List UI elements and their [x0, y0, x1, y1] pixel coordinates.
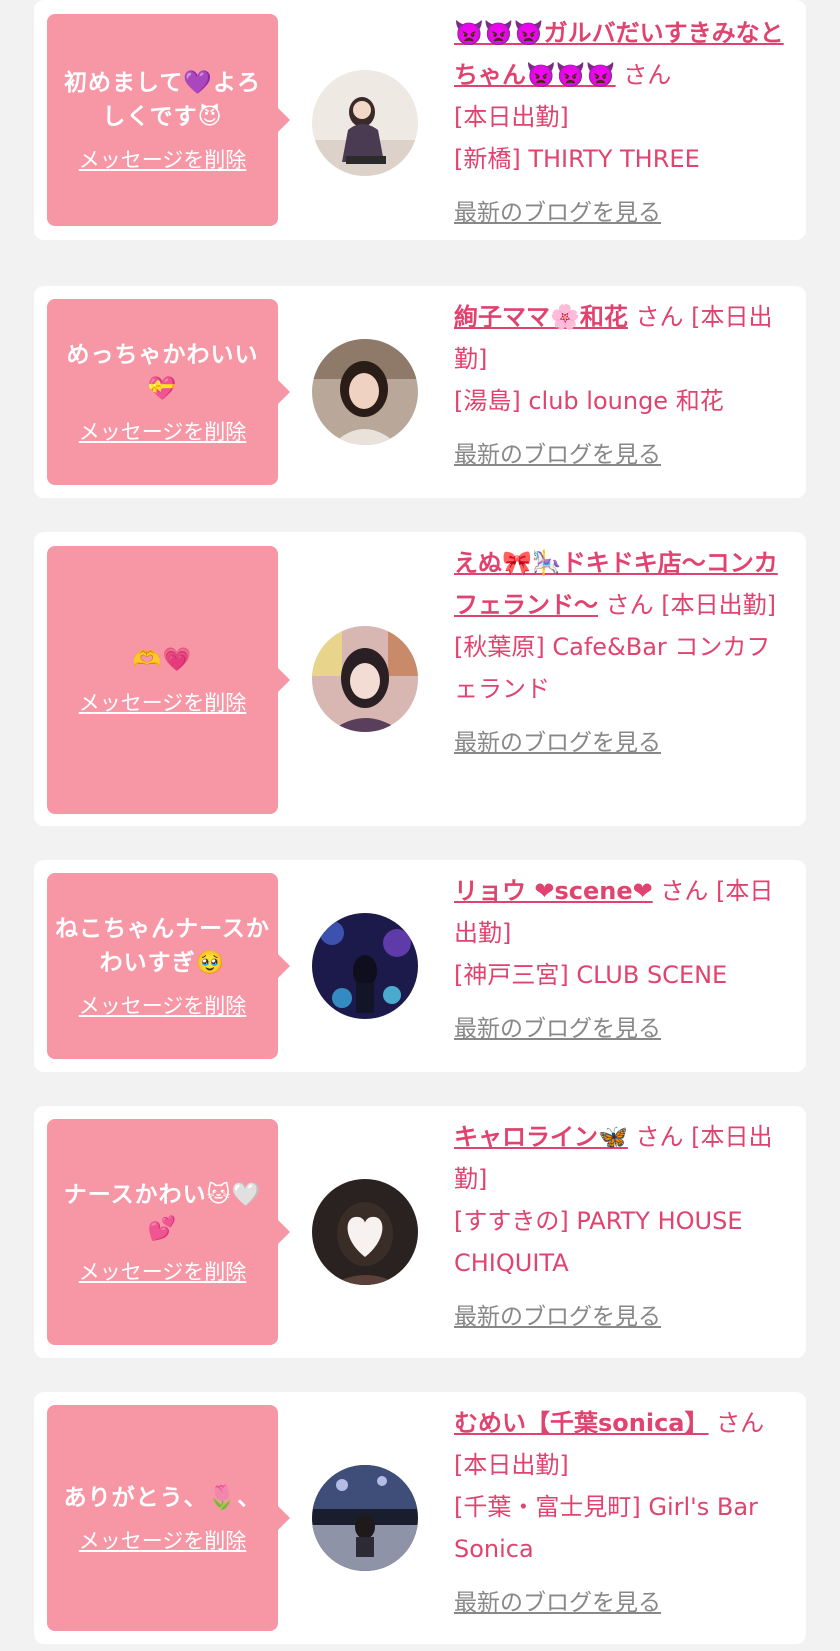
- honorific-label: さん: [635, 303, 684, 331]
- avatar-photo: [312, 626, 418, 732]
- avatar-photo: [312, 339, 418, 445]
- message-card: 初めまして💜よろしくです😈 メッセージを削除 👿👿👿ガルバだいすきみなとちゃん👿…: [34, 0, 806, 240]
- latest-blog-link[interactable]: 最新のブログを見る: [454, 1008, 661, 1050]
- shop-name: [新橋] THIRTY THREE: [454, 145, 700, 173]
- honorific-label: さん: [660, 877, 709, 905]
- work-status: [本日出勤]: [661, 591, 777, 619]
- message-text: 初めまして💜よろしくです😈: [64, 70, 261, 130]
- cast-name-link[interactable]: 👿👿👿ガルバだいすきみなとちゃん👿👿👿: [454, 19, 784, 89]
- message-text: めっちゃかわいい💝: [66, 342, 259, 402]
- avatar-photo: [312, 913, 418, 1019]
- honorific-label: さん: [623, 61, 672, 89]
- honorific-label: さん: [635, 1123, 684, 1151]
- avatar[interactable]: [312, 70, 418, 176]
- avatar[interactable]: [312, 1465, 418, 1571]
- message-card: めっちゃかわいい💝 メッセージを削除 絢子ママ🌸和花 さん [本日出勤] [湯島…: [34, 286, 806, 498]
- cast-info: むめい【千葉sonica】 さん [本日出勤] [千葉・富士見町] Girl's…: [454, 1402, 792, 1624]
- avatar-photo: [312, 1179, 418, 1285]
- shop-name: [すすきの] PARTY HOUSE CHIQUITA: [454, 1207, 743, 1277]
- cast-name-link[interactable]: 絢子ママ🌸和花: [454, 303, 628, 331]
- message-list: 初めまして💜よろしくです😈 メッセージを削除 👿👿👿ガルバだいすきみなとちゃん👿…: [0, 0, 840, 1651]
- message-bubble: ねこちゃんナースかわいすぎ🥹 メッセージを削除: [47, 873, 290, 1059]
- message-bubble: めっちゃかわいい💝 メッセージを削除: [47, 299, 290, 485]
- message-text: ありがとう、🌷、: [63, 1485, 262, 1511]
- work-status: [本日出勤]: [454, 103, 569, 131]
- delete-message-link[interactable]: メッセージを削除: [79, 1256, 247, 1286]
- latest-blog-link[interactable]: 最新のブログを見る: [454, 434, 661, 476]
- message-bubble: 🫶💗 メッセージを削除: [47, 546, 290, 814]
- delete-message-link[interactable]: メッセージを削除: [79, 990, 247, 1020]
- shop-name: [神戸三宮] CLUB SCENE: [454, 961, 728, 989]
- honorific-label: さん: [716, 1409, 765, 1437]
- cast-info: キャロライン🦋 さん [本日出勤] [すすきの] PARTY HOUSE CHI…: [454, 1116, 792, 1338]
- avatar[interactable]: [312, 1179, 418, 1285]
- avatar-photo: [312, 70, 418, 176]
- avatar[interactable]: [312, 913, 418, 1019]
- message-text: ナースかわい🐱🤍💕: [63, 1182, 262, 1242]
- honorific-label: さん: [605, 591, 654, 619]
- avatar[interactable]: [312, 626, 418, 732]
- delete-message-link[interactable]: メッセージを削除: [79, 687, 247, 717]
- avatar[interactable]: [312, 339, 418, 445]
- cast-info: 絢子ママ🌸和花 さん [本日出勤] [湯島] club lounge 和花 最新…: [454, 296, 792, 476]
- shop-name: [千葉・富士見町] Girl's Bar Sonica: [454, 1493, 758, 1563]
- cast-name-link[interactable]: リョウ ❤scene❤: [454, 877, 653, 905]
- message-card: 🫶💗 メッセージを削除 えぬ🎀🎠ドキドキ店〜コンカフェランド〜 さん [本日出勤…: [34, 532, 806, 826]
- message-card: ねこちゃんナースかわいすぎ🥹 メッセージを削除 リョウ ❤scene❤ さん […: [34, 860, 806, 1072]
- latest-blog-link[interactable]: 最新のブログを見る: [454, 1582, 661, 1624]
- cast-name-link[interactable]: むめい【千葉sonica】: [454, 1409, 709, 1437]
- message-text: 🫶💗: [132, 647, 193, 673]
- latest-blog-link[interactable]: 最新のブログを見る: [454, 1296, 661, 1338]
- work-status: [本日出勤]: [454, 1451, 569, 1479]
- delete-message-link[interactable]: メッセージを削除: [79, 144, 247, 174]
- message-card: ありがとう、🌷、 メッセージを削除 むめい【千葉sonica】 さん [本日出勤…: [34, 1392, 806, 1644]
- message-bubble: ありがとう、🌷、 メッセージを削除: [47, 1405, 290, 1631]
- message-card: ナースかわい🐱🤍💕 メッセージを削除 キャロライン🦋 さん [本日出勤] [すす…: [34, 1106, 806, 1358]
- delete-message-link[interactable]: メッセージを削除: [79, 416, 247, 446]
- cast-info: リョウ ❤scene❤ さん [本日出勤] [神戸三宮] CLUB SCENE …: [454, 870, 792, 1050]
- cast-info: 👿👿👿ガルバだいすきみなとちゃん👿👿👿 さん [本日出勤] [新橋] THIRT…: [454, 12, 792, 234]
- cast-info: えぬ🎀🎠ドキドキ店〜コンカフェランド〜 さん [本日出勤] [秋葉原] Cafe…: [454, 542, 792, 764]
- latest-blog-link[interactable]: 最新のブログを見る: [454, 192, 661, 234]
- shop-name: [湯島] club lounge 和花: [454, 387, 724, 415]
- delete-message-link[interactable]: メッセージを削除: [79, 1525, 247, 1555]
- shop-name: [秋葉原] Cafe&Bar コンカフェランド: [454, 633, 771, 703]
- cast-name-link[interactable]: キャロライン🦋: [454, 1123, 628, 1151]
- message-bubble: ナースかわい🐱🤍💕 メッセージを削除: [47, 1119, 290, 1345]
- message-bubble: 初めまして💜よろしくです😈 メッセージを削除: [47, 14, 290, 226]
- message-text: ねこちゃんナースかわいすぎ🥹: [55, 916, 270, 976]
- avatar-photo: [312, 1465, 418, 1571]
- latest-blog-link[interactable]: 最新のブログを見る: [454, 722, 661, 764]
